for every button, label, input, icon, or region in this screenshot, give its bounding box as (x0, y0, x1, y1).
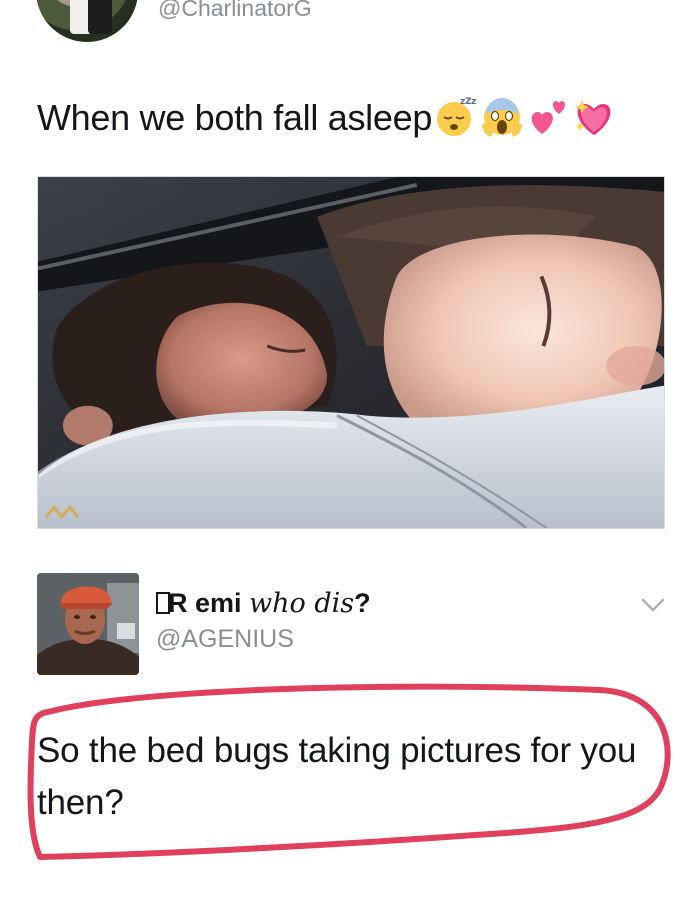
sparkling-heart-icon (572, 94, 616, 138)
name-initial: R (168, 588, 188, 618)
chevron-down-icon[interactable] (640, 596, 666, 614)
sleeping-face-icon: zZz (434, 94, 478, 138)
tweet-text: When we both fall asleep zZz (37, 92, 616, 144)
svg-text:zZz: zZz (460, 97, 476, 107)
avatar-figure (88, 0, 112, 34)
reply-author-handle[interactable]: @AGENIUS (156, 624, 294, 654)
name-plain: emi (187, 588, 250, 618)
original-author-handle[interactable]: @CharlinatorG (158, 0, 312, 22)
tweet-text-body: When we both fall asleep (37, 97, 433, 138)
name-fancy: who dis (249, 588, 355, 619)
reply-author-avatar[interactable] (37, 573, 139, 675)
reply-text: So the bed bugs taking pictures for you … (37, 731, 637, 822)
original-author-avatar[interactable] (36, 0, 138, 42)
revolving-hearts-icon (526, 94, 570, 138)
tweet-photo[interactable] (37, 176, 665, 529)
name-suffix: ? (354, 588, 371, 618)
face-screaming-in-fear-icon (480, 94, 524, 138)
reply-author-name[interactable]: R emi who dis? (156, 587, 371, 620)
